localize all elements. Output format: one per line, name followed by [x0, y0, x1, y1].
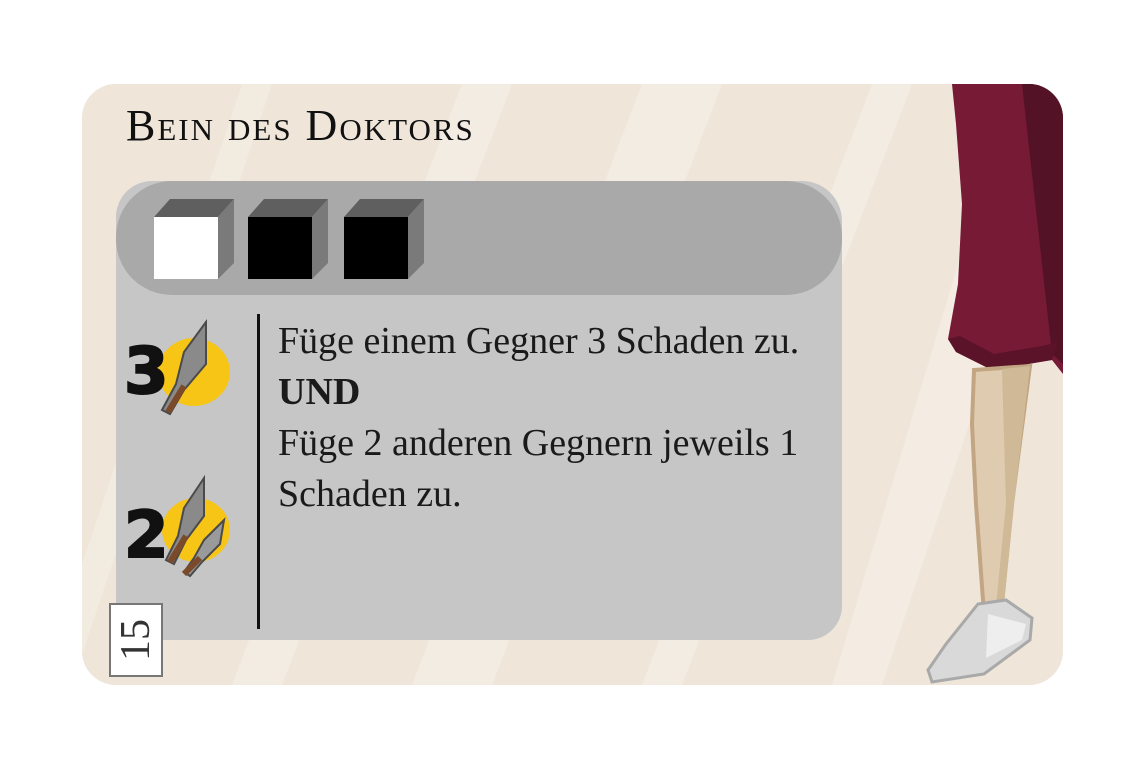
- damage-amount: 3: [123, 335, 170, 409]
- effect-text: Füge einem Gegner 3 Schaden zu. UND Füge…: [278, 316, 838, 520]
- cost-cube-black-icon: [344, 199, 424, 279]
- damage-amount: 2: [123, 499, 170, 573]
- doctor-leg-icon: [926, 84, 1063, 684]
- cost-cube-black-icon: [248, 199, 328, 279]
- two-darts-damage-icon: 2: [123, 474, 242, 584]
- cost-cube-white-icon: [154, 199, 234, 279]
- effect-line-1: Füge einem Gegner 3 Schaden zu.: [278, 320, 800, 362]
- effect-connector: UND: [278, 371, 361, 413]
- divider: [257, 314, 260, 629]
- card-number: 15: [113, 619, 159, 661]
- effect-line-2: Füge 2 anderen Gegnern jeweils 1 Schaden…: [278, 422, 799, 515]
- card[interactable]: Bein des Doktors 3 2 Füge einem Gegner 3…: [82, 84, 1063, 685]
- one-dart-damage-icon: 3: [123, 314, 242, 424]
- cost-bar: [116, 181, 842, 295]
- card-title: Bein des Doktors: [126, 101, 475, 150]
- effect-panel: 3 2 Füge einem Gegner 3 Schaden zu. UND …: [116, 181, 842, 640]
- card-number-badge: 15: [109, 603, 163, 677]
